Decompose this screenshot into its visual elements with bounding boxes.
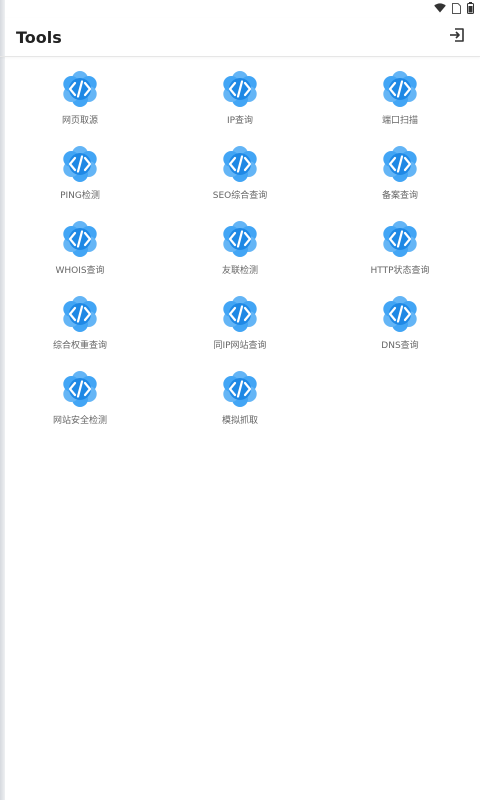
tool-item-12[interactable]: DNS查询	[320, 291, 480, 366]
tool-label: HTTP状态查询	[370, 266, 430, 276]
tool-label: 综合权重查询	[52, 341, 107, 351]
code-flower-icon	[60, 369, 100, 409]
tool-item-11[interactable]: 同IP网站查询	[160, 291, 320, 366]
code-flower-icon	[220, 369, 260, 409]
status-bar	[0, 0, 480, 18]
tool-label: 模拟抓取	[221, 416, 258, 426]
tool-label: SEO综合查询	[212, 191, 268, 201]
page-title: Tools	[16, 28, 62, 47]
code-flower-icon	[60, 219, 100, 259]
export-icon	[449, 27, 465, 47]
tool-item-13[interactable]: 网站安全检测	[0, 366, 160, 441]
code-flower-icon	[60, 144, 100, 184]
tool-label: DNS查询	[381, 341, 419, 351]
tool-item-7[interactable]: WHOIS查询	[0, 216, 160, 291]
status-icons	[434, 2, 474, 14]
wifi-icon	[434, 3, 446, 13]
tool-item-4[interactable]: PING检测	[0, 141, 160, 216]
tool-item-1[interactable]: 网页取源	[0, 66, 160, 141]
tool-item-2[interactable]: IP查询	[160, 66, 320, 141]
tool-item-8[interactable]: 友联检测	[160, 216, 320, 291]
code-flower-icon	[220, 69, 260, 109]
tool-item-10[interactable]: 综合权重查询	[0, 291, 160, 366]
tool-item-5[interactable]: SEO综合查询	[160, 141, 320, 216]
tool-label: 端口扫描	[381, 116, 418, 126]
code-flower-icon	[220, 294, 260, 334]
code-flower-icon	[60, 294, 100, 334]
tool-item-6[interactable]: 备案查询	[320, 141, 480, 216]
tool-label: 友联检测	[221, 266, 258, 276]
tool-label: 网站安全检测	[52, 416, 107, 426]
tool-item-3[interactable]: 端口扫描	[320, 66, 480, 141]
screen: Tools 网页取源 IP查询 端口扫描 PING检测 SEO综合查询 备案查询…	[0, 0, 480, 800]
code-flower-icon	[380, 69, 420, 109]
tool-grid: 网页取源 IP查询 端口扫描 PING检测 SEO综合查询 备案查询 WHOIS…	[0, 66, 480, 441]
code-flower-icon	[60, 69, 100, 109]
tool-item-14[interactable]: 模拟抓取	[160, 366, 320, 441]
tool-label: PING检测	[60, 191, 100, 201]
code-flower-icon	[380, 144, 420, 184]
battery-icon	[467, 2, 474, 14]
code-flower-icon	[220, 144, 260, 184]
code-flower-icon	[380, 294, 420, 334]
tool-label: 同IP网站查询	[213, 341, 267, 351]
tool-label: WHOIS查询	[55, 266, 105, 276]
sim-card-icon	[452, 2, 461, 14]
code-flower-icon	[380, 219, 420, 259]
code-flower-icon	[220, 219, 260, 259]
tool-label: 备案查询	[381, 191, 418, 201]
tool-item-9[interactable]: HTTP状态查询	[320, 216, 480, 291]
app-bar: Tools	[0, 18, 480, 57]
tool-label: IP查询	[226, 116, 254, 126]
export-button[interactable]	[446, 26, 468, 48]
tool-label: 网页取源	[61, 116, 98, 126]
